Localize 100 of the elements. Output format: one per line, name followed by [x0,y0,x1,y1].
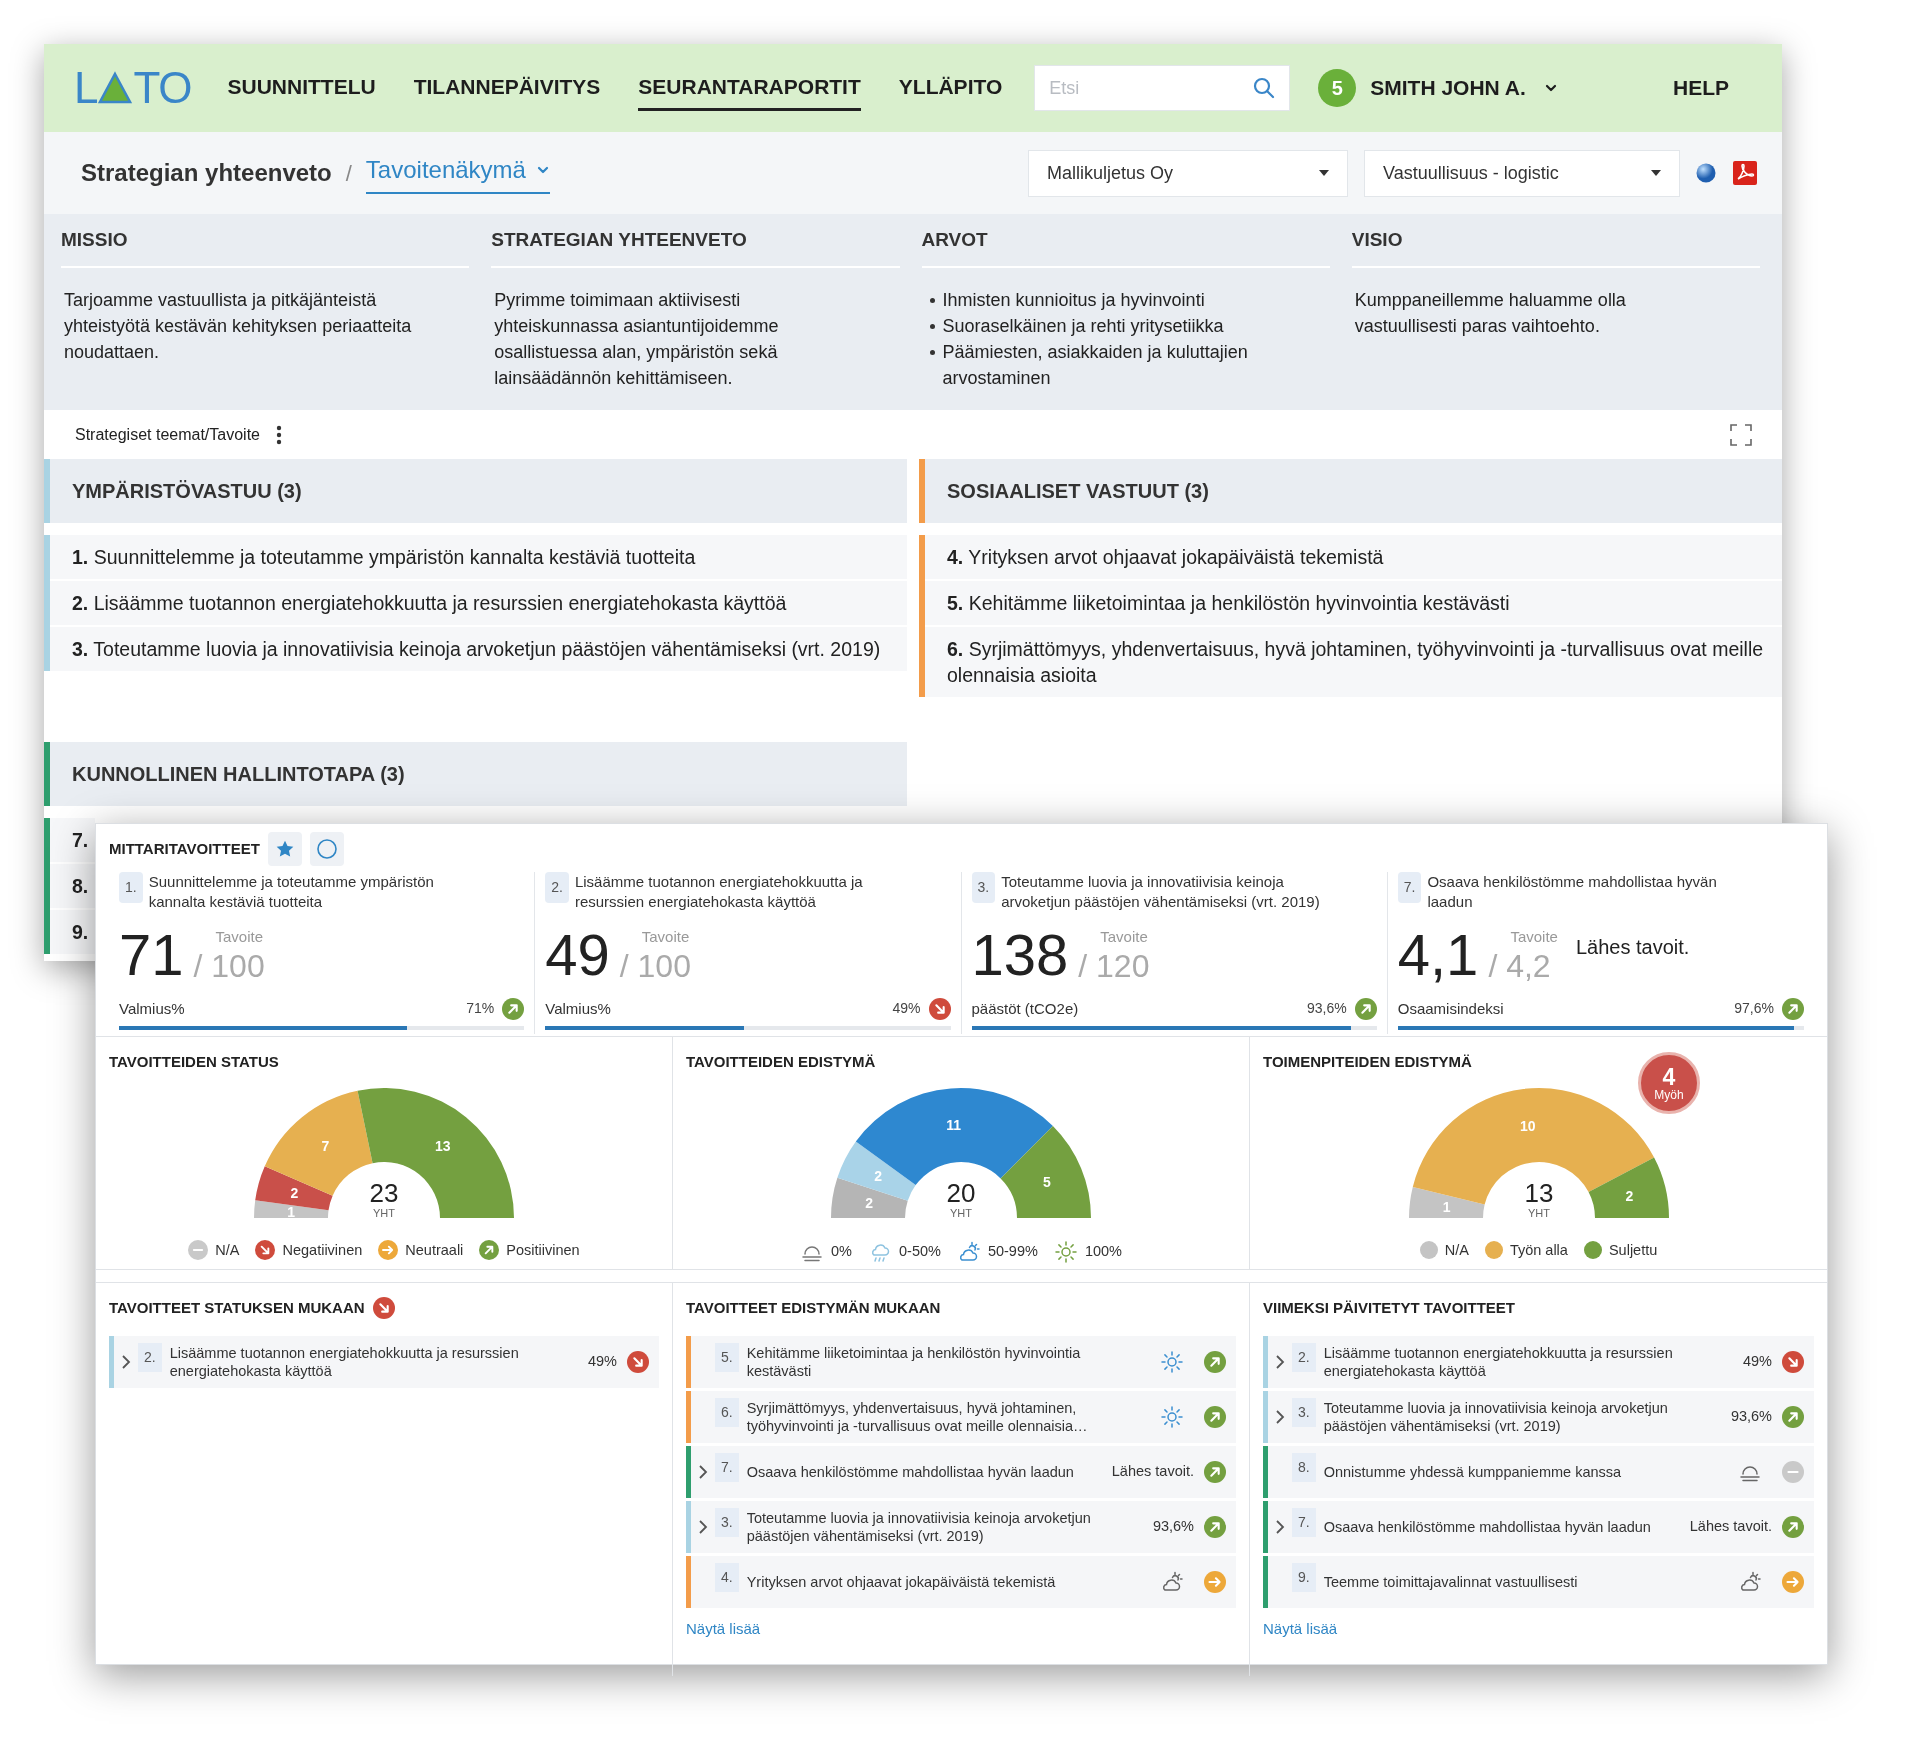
target-label: Tavoite [215,926,265,947]
data-label: 2 [290,1184,299,1201]
goal-row[interactable]: 3. Toteutamme luovia ja innovatiivisia keinoja arvoketjun päästöjen vähentämiseksi (vrt. 2019) 93,6% [1263,1391,1814,1443]
goal-number: 8. [1292,1453,1316,1482]
goal-row[interactable]: 2. Lisäämme tuotannon energiatehokkuutta ja resurssien energiatehokasta käyttöä 49% [109,1336,659,1388]
goal-row[interactable]: 2. Lisäämme tuotannon energiatehokkuutta ja resurssien energiatehokasta käyttöä [50,581,907,625]
target-label: Tavoite [641,926,691,947]
breadcrumb-link[interactable]: Strategian yhteenveto [81,155,332,191]
search-field[interactable]: Etsi [1034,65,1291,111]
goal-row[interactable]: 5. Kehitämme liiketoimintaa ja henkilöstön hyvinvointia kestävästi [686,1336,1236,1388]
legend-label: N/A [215,1240,240,1260]
value-item: Päämiesten, asiakkaiden ja kuluttajien arvostaminen [942,340,1249,390]
filter-dropdown[interactable]: Vastuullisuus - logistic [1364,149,1680,197]
goal-row[interactable]: 1. Suunnittelemme ja toteutamme ympäristön kannalta kestäviä tuotteita [50,535,907,579]
goal-row[interactable]: 4. Yrityksen arvot ohjaavat jokapäiväistä tekemistä [686,1556,1236,1608]
goal-number: 6. [715,1398,739,1427]
goal-number: 3. [715,1508,739,1537]
goal-row[interactable]: 7. Osaava henkilöstömme mahdollistaa hyvän laadun Lähes tavoit. [686,1446,1236,1498]
view-selector[interactable]: Tavoitenäkymä [365,152,550,194]
goal-row[interactable]: 7. Osaava henkilöstömme mahdollistaa hyvän laadun Lähes tavoit. [1263,1501,1814,1553]
goal-title: Teemme toimittajavalinnat vastuullisesti [1323,1573,1579,1591]
data-label: 2 [1624,1187,1633,1204]
goal-value: Lähes tavoit. [1689,1517,1772,1537]
list-title: VIIMEKSI PÄIVITETYT TAVOITTEET [1263,1297,1515,1318]
target-value: / 100 [193,948,265,984]
data-label: 13 [434,1137,451,1154]
section-heading: MISSIO [61,214,470,268]
goal-row[interactable]: 9. [50,910,95,954]
goal-title: Lisäämme tuotannon energiatehokkuutta ja resurssien energiatehokasta käyttöä [1323,1344,1674,1380]
metric-value: 138 [971,926,1069,984]
goal-number: 3. [971,872,996,903]
goal-title: Lisäämme tuotannon energiatehokkuutta ja resurssien energiatehokasta käyttöä [169,1344,520,1380]
goal-value: 93,6% [1152,1517,1194,1537]
section-heading: VISIO [1351,214,1760,268]
section-text: Pyrimme toimimaan aktiivisesti yhteiskunnassa asiantuntijoidemme osallistuessa alan, ympäristön sekä lainsäädännön kehittämiseen. [494,288,780,390]
total-value: 23 [369,1177,399,1208]
metric-label: Osaamisindeksi [1397,998,1504,1019]
total-label: YHT [373,1206,395,1219]
theme-header[interactable]: KUNNOLLINEN HALLINTOTAPA (3) [44,742,907,806]
goal-row[interactable]: 2. Lisäämme tuotannon energiatehokkuutta ja resurssien energiatehokasta käyttöä 49% [1263,1336,1814,1388]
goal-value: 93,6% [1730,1407,1772,1427]
goal-row[interactable]: 9. Teemme toimittajavalinnat vastuullisesti [1263,1556,1814,1608]
goal-value: 49% [587,1352,617,1372]
goal-number: 3. [1292,1398,1316,1427]
filter-dropdown[interactable]: Mallikuljetus Oy [1028,149,1348,197]
goal-row[interactable]: 5. Kehitämme liiketoimintaa ja henkilöstön hyvinvointia kestävästi [925,581,1782,625]
show-more-link[interactable]: Näytä lisää [686,1618,761,1641]
user-menu[interactable]: SMITH JOHN A. [1370,72,1558,104]
goal-title: Yrityksen arvot ohjaavat jokapäiväistä tekemistä [746,1573,1057,1591]
goal-row[interactable]: 7. [50,818,95,862]
value-item: Ihmisten kunnioitus ja hyvinvointi [942,288,1206,312]
metric-label: Valmius% [545,998,611,1019]
goal-title: Syrjimättömyys, yhdenvertaisuus, hyvä johtaminen, työhyvinvointi ja -turvallisuus ovat meille olennaisia… [746,1399,1089,1435]
legend-label: Työn alla [1509,1240,1568,1260]
metric-value: 49 [545,926,610,984]
goal-number: 2. [138,1343,162,1372]
metric-value: 4,1 [1397,926,1479,984]
badge-value: 4 [1662,1064,1676,1089]
target-value: / 120 [1078,948,1150,984]
data-label: 2 [865,1194,874,1211]
goal-row[interactable]: 6. Syrjimättömyys, yhdenvertaisuus, hyvä johtaminen, työhyvinvointi ja -turvallisuus ovat meille olennaisia… [686,1391,1236,1443]
data-label: 1 [1442,1198,1451,1215]
metric-label: päästöt (tCO2e) [971,998,1079,1019]
section-text: Tarjoamme vastuullista ja pitkäjänteistä yhteistyötä kestävän kehityksen periaatteita noudattaen. [64,288,413,364]
legend-label: Neutraali [405,1240,464,1260]
goal-value: 49% [1742,1352,1772,1372]
goal-number: 7. [1292,1508,1316,1537]
target-value: / 100 [619,948,691,984]
goal-row[interactable]: 3. Toteutamme luovia ja innovatiivisia keinoja arvoketjun päästöjen vähentämiseksi (vrt. 2019) 93,6% [686,1501,1236,1553]
goal-number: 2. [545,872,569,903]
theme-header[interactable]: YMPÄRISTÖVASTUU (3) [44,459,907,523]
goal-row[interactable]: 3. Toteutamme luovia ja innovatiivisia keinoja arvoketjun päästöjen vähentämiseksi (vrt. 2019) [50,627,907,671]
legend-label: N/A [1444,1240,1469,1260]
goal-row[interactable]: 4. Yrityksen arvot ohjaavat jokapäiväistä tekemistä [925,535,1782,579]
help-link[interactable]: HELP [1673,72,1729,104]
list-title: TAVOITTEET EDISTYMÄN MUKAAN [686,1297,941,1318]
section-heading: STRATEGIAN YHTEENVETO [491,214,900,268]
goal-title: Toteutamme luovia ja innovatiivisia keinoja arvoketjun päästöjen vähentämiseksi (vrt. 2019) [1001,872,1321,912]
nav-tab[interactable]: YLLÄPITO [898,64,1003,112]
chart-title: TAVOITTEIDEN EDISTYMÄ [686,1052,877,1072]
nav-tab[interactable]: SEURANTARAPORTIT [638,64,861,112]
theme-header[interactable]: SOSIAALISET VASTUUT (3) [919,459,1782,523]
goal-title: Lisäämme tuotannon energiatehokkuutta ja resurssien energiatehokasta käyttöä [574,872,864,912]
value-item: Suoraselkäinen ja rehti yritysetiikka [942,314,1225,338]
nav-tab[interactable]: TILANNEPÄIVITYS [413,64,601,112]
total-value: 13 [1524,1177,1553,1208]
goal-row[interactable]: 8. Onnistumme yhdessä kumppaniemme kanssa [1263,1446,1814,1498]
goal-row[interactable]: 6. Syrjimättömyys, yhdenvertaisuus, hyvä johtaminen, työhyvinvointi ja -turvallisuus ovat meille olennaisia asioita [925,627,1782,697]
nav-tab[interactable]: SUUNNITTELU [227,64,376,112]
list-title: TAVOITTEET STATUKSEN MUKAAN [109,1297,365,1318]
total-label: YHT [1527,1206,1550,1219]
goal-number: 7. [1397,872,1422,903]
data-label: 11 [946,1116,962,1133]
data-label: 10 [1519,1117,1536,1134]
metric-percent: 71% [466,999,495,1019]
target-label: Tavoite [1100,926,1149,947]
goal-number: 9. [1292,1563,1316,1592]
show-more-link[interactable]: Näytä lisää [1263,1618,1338,1641]
goal-row[interactable]: 8. [50,864,95,908]
legend-label: 100% [1084,1241,1122,1261]
